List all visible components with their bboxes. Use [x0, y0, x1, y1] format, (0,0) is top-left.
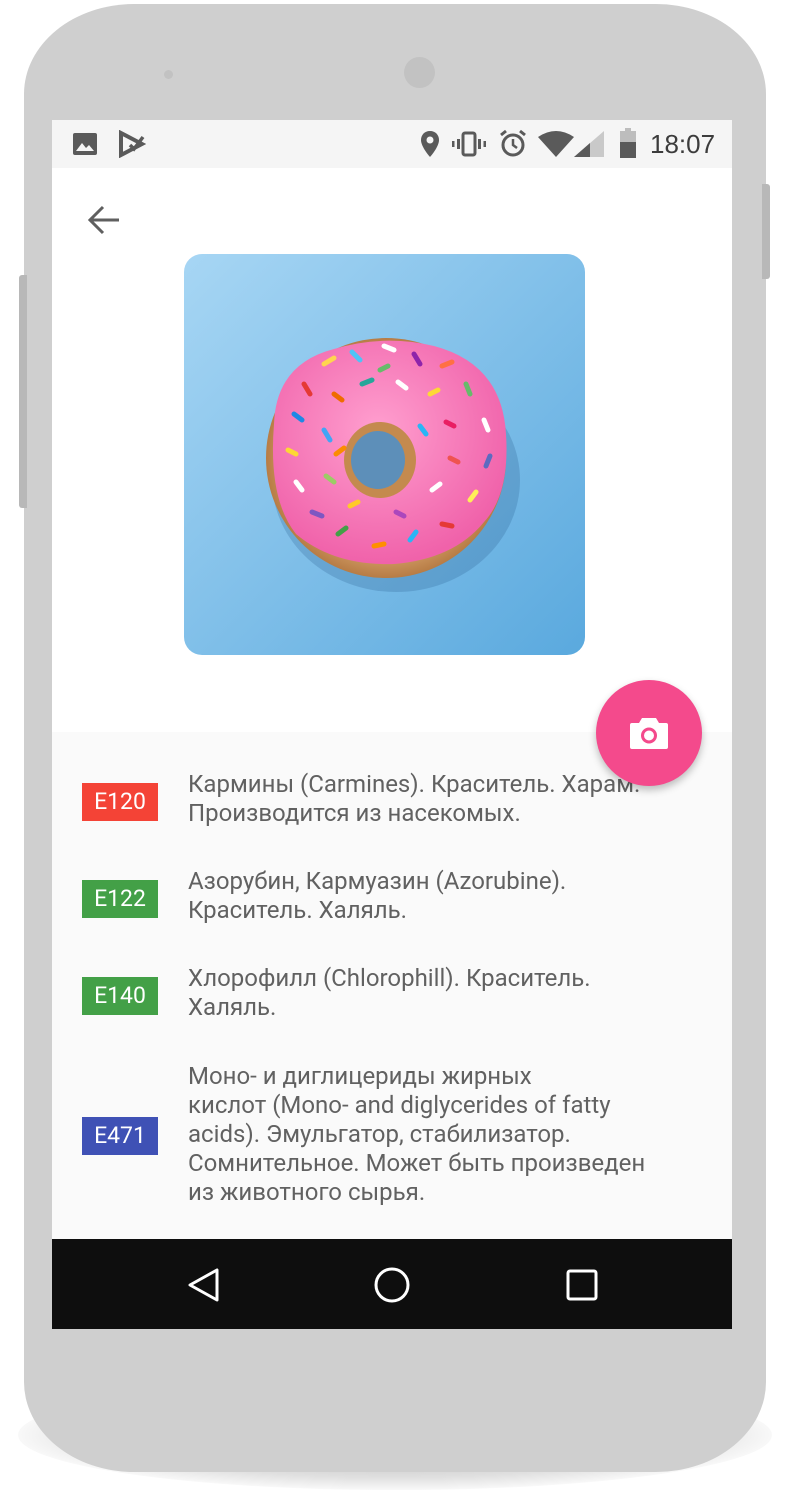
location-icon — [421, 131, 439, 157]
nfc-icon — [119, 130, 146, 158]
battery-icon — [620, 128, 636, 158]
additive-item-e140[interactable]: E140 Хлорофилл (Chlorophill). Краситель.… — [52, 962, 732, 1032]
description-line: Хлорофилл (Chlorophill). Краситель. — [188, 964, 591, 992]
wifi-icon — [538, 131, 574, 157]
camera-icon — [630, 718, 668, 749]
additives-list: E120 Кармины (Carmines). Краситель. Хара… — [52, 732, 732, 1239]
vibrate-icon — [452, 131, 486, 157]
nav-home-button[interactable] — [368, 1261, 416, 1309]
power-button — [762, 184, 770, 279]
donut-image — [184, 254, 585, 655]
additive-code-badge: E122 — [82, 880, 158, 918]
nav-back-icon — [188, 1268, 219, 1302]
front-camera — [404, 57, 435, 88]
alarm-icon — [500, 129, 526, 157]
description-line: Моно- и диглицериды жирных — [188, 1062, 532, 1090]
nav-back-button[interactable] — [180, 1261, 228, 1309]
additive-description: Хлорофилл (Chlorophill). Краситель. Халя… — [188, 964, 708, 1022]
volume-button — [19, 275, 27, 508]
proximity-sensor — [164, 70, 173, 79]
description-line: Производится из насекомых. — [188, 799, 521, 827]
additive-code-badge: E140 — [82, 977, 158, 1015]
additive-item-e122[interactable]: E122 Азорубин, Кармуазин (Azorubine). Кр… — [52, 865, 732, 935]
description-line: кислот (Mono- and diglycerides of fatty — [188, 1091, 611, 1119]
screen: 18:07 E120 Кармины (Carmines). Краситель… — [52, 120, 732, 1329]
status-time: 18:07 — [650, 129, 716, 159]
description-line: Сомнительное. Может быть произведен — [188, 1149, 646, 1177]
navigation-bar — [52, 1239, 732, 1329]
product-photo[interactable] — [184, 254, 585, 655]
back-button[interactable] — [80, 196, 128, 244]
additive-item-e471[interactable]: E471 Моно- и диглицериды жирных кислот (… — [52, 1062, 732, 1212]
additive-description: Азорубин, Кармуазин (Azorubine). Красите… — [188, 867, 708, 925]
description-line: acids). Эмульгатор, стабилизатор. — [188, 1120, 571, 1148]
nav-recents-icon — [566, 1269, 598, 1301]
signal-icon — [574, 131, 604, 157]
description-line: Азорубин, Кармуазин (Azorubine). — [188, 867, 567, 895]
description-line: Халяль. — [188, 993, 277, 1021]
additive-code-badge: E471 — [82, 1117, 158, 1155]
description-line: из животного сырья. — [188, 1178, 426, 1206]
description-line: Краситель. Халяль. — [188, 896, 407, 924]
status-bar: 18:07 — [52, 120, 732, 168]
additive-description: Моно- и диглицериды жирных кислот (Mono-… — [188, 1062, 708, 1207]
nav-home-icon — [374, 1267, 410, 1303]
nav-recents-button[interactable] — [558, 1261, 606, 1309]
additive-code-badge: E120 — [82, 783, 158, 821]
camera-fab[interactable] — [596, 680, 702, 786]
image-icon — [73, 133, 97, 155]
arrow-back-icon — [87, 205, 119, 235]
